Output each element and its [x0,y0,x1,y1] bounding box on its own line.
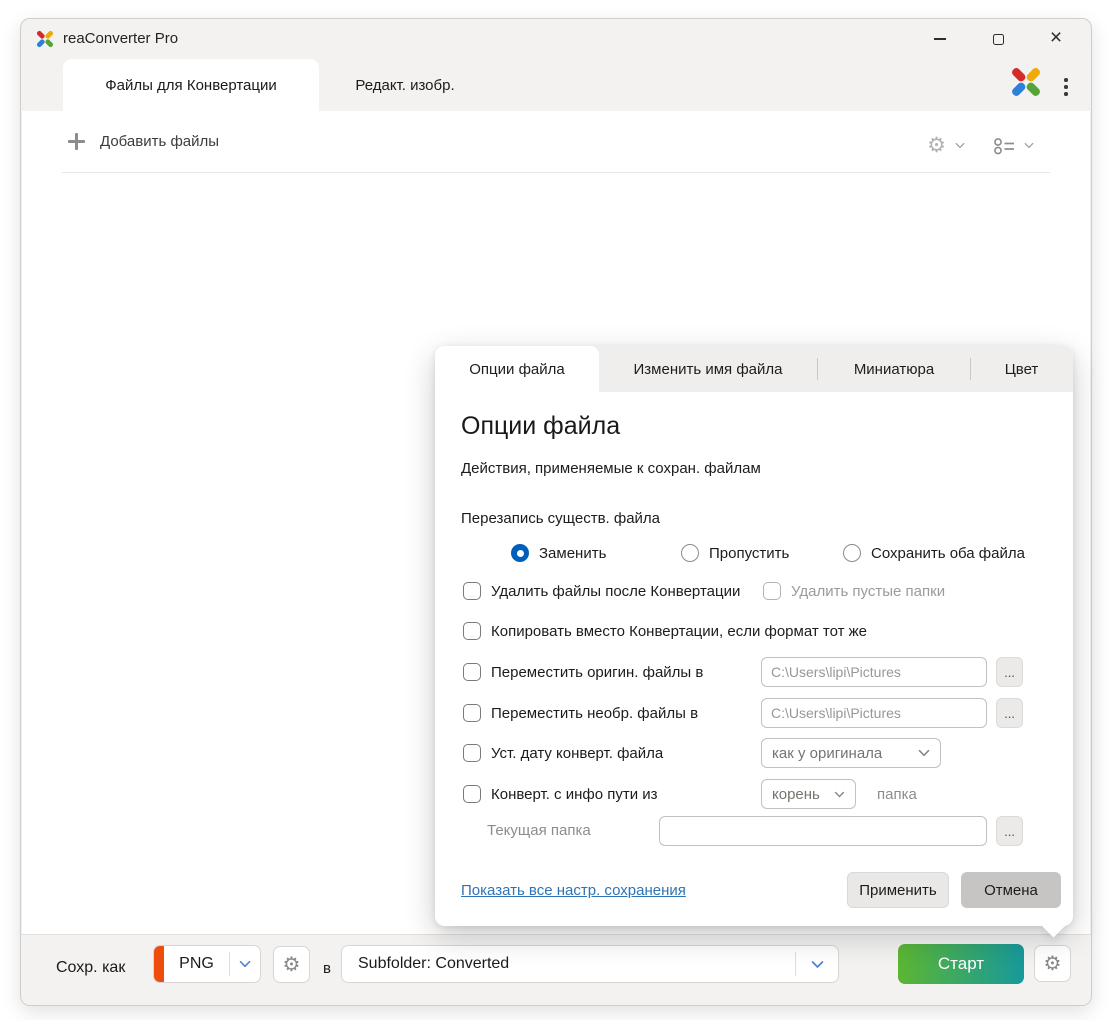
radio-icon [681,544,699,562]
date-mode-select[interactable]: как у оригинала [761,738,941,768]
chevron-down-icon[interactable] [239,960,251,968]
title-bar: reaConverter Pro × [21,19,1091,59]
overwrite-section-label: Перезапись существ. файла [461,510,660,527]
checkbox-move-unprocessed[interactable]: Переместить необр. файлы в [463,704,698,722]
destination-dropdown[interactable]: Subfolder: Converted [341,945,839,983]
radio-replace[interactable]: Заменить [511,544,606,562]
format-settings-button[interactable]: ⚙ [273,946,310,983]
chevron-down-icon [918,749,930,757]
popover-body: Опции файла Действия, применяемые к сохр… [435,392,1073,926]
tab-files-for-conversion[interactable]: Файлы для Конвертации [63,59,319,111]
checkbox-delete-after-conversion[interactable]: Удалить файлы после Конвертации [463,582,740,600]
close-button[interactable]: × [1027,21,1085,57]
checkbox-icon [763,582,781,600]
radio-keep-both[interactable]: Сохранить оба файла [843,544,1025,562]
bottom-bar: Сохр. как PNG ⚙ в Subfolder: Converted С… [21,934,1091,1005]
checkbox-set-date[interactable]: Уст. дату конверт. файла [463,744,663,762]
radio-checked-icon [511,544,529,562]
chevron-down-icon[interactable] [811,960,824,969]
app-logo-icon [34,28,56,50]
checkbox-delete-empty-folders[interactable]: Удалить пустые папки [763,582,945,600]
file-options-popover: Опции файла Изменить имя файла Миниатюра… [435,346,1073,926]
popover-tab-color[interactable]: Цвет [971,346,1072,392]
toolbar-separator [62,172,1050,173]
list-toolbar-right: ⚙ [927,135,1034,156]
checkbox-convert-with-path[interactable]: Конверт. с инфо пути из [463,785,658,803]
save-as-label: Сохр. как [56,959,125,977]
maximize-button[interactable] [969,21,1027,57]
cancel-button[interactable]: Отмена [961,872,1061,908]
radio-skip[interactable]: Пропустить [681,544,789,562]
start-label: Старт [938,954,984,974]
current-folder-input[interactable] [659,816,987,846]
list-settings-gear-icon[interactable]: ⚙ [927,135,946,156]
minimize-icon [934,38,946,40]
add-files-button[interactable]: Добавить файлы [68,133,219,150]
browse-button[interactable]: ... [996,816,1023,846]
dialog-title: Опции файла [461,412,620,441]
browse-button[interactable]: ... [996,657,1023,687]
chevron-down-icon[interactable] [1024,142,1034,149]
app-window: reaConverter Pro × Файлы для Конвертации… [20,18,1092,1006]
popover-tab-rename[interactable]: Изменить имя файла [599,346,817,392]
brand-logo-icon[interactable] [1007,63,1045,101]
start-button[interactable]: Старт [898,944,1024,984]
window-title: reaConverter Pro [63,30,178,47]
tab-edit-label: Редакт. изобр. [355,77,454,94]
format-color-strip [154,946,164,982]
maximize-icon [993,34,1004,45]
checkbox-icon [463,785,481,803]
path-root-select[interactable]: корень [761,779,856,809]
radio-icon [843,544,861,562]
checkbox-icon [463,704,481,722]
save-settings-button[interactable]: ⚙ [1034,945,1071,982]
format-dropdown[interactable]: PNG [153,945,261,983]
move-unprocessed-path-input[interactable] [761,698,987,728]
dialog-subtitle: Действия, применяемые к сохран. файлам [461,460,761,477]
browse-button[interactable]: ... [996,698,1023,728]
main-tab-strip: Файлы для Конвертации Редакт. изобр. [21,59,1091,111]
window-controls: × [911,21,1085,57]
overflow-menu-button[interactable] [1059,72,1073,102]
checkbox-icon [463,582,481,600]
destination-value: Subfolder: Converted [342,955,795,973]
chevron-down-icon [834,791,845,798]
plus-icon [68,133,85,150]
list-view-icon[interactable] [993,136,1015,156]
gear-icon: ⚙ [283,955,301,975]
current-folder-row: Текущая папка [487,822,591,839]
tab-files-label: Файлы для Конвертации [105,77,277,94]
chevron-down-icon[interactable] [955,142,965,149]
minimize-button[interactable] [911,21,969,57]
close-icon: × [1050,27,1062,48]
checkbox-icon [463,744,481,762]
tab-edit-images[interactable]: Редакт. изобр. [319,59,491,111]
popover-tab-thumbnail[interactable]: Миниатюра [818,346,970,392]
path-suffix-label: папка [877,786,917,803]
checkbox-copy-instead[interactable]: Копировать вместо Конвертации, если форм… [463,622,867,640]
format-value: PNG [164,955,229,973]
apply-button[interactable]: Применить [847,872,949,908]
popover-tab-strip: Опции файла Изменить имя файла Миниатюра… [435,346,1073,392]
gear-icon: ⚙ [1044,954,1062,974]
checkbox-icon [463,663,481,681]
checkbox-move-original[interactable]: Переместить оригин. файлы в [463,663,703,681]
move-original-path-input[interactable] [761,657,987,687]
show-all-save-settings-link[interactable]: Показать все настр. сохранения [461,882,686,899]
in-label: в [323,960,331,977]
checkbox-icon [463,622,481,640]
popover-tab-file-options[interactable]: Опции файла [435,346,599,392]
add-files-label: Добавить файлы [100,133,219,150]
